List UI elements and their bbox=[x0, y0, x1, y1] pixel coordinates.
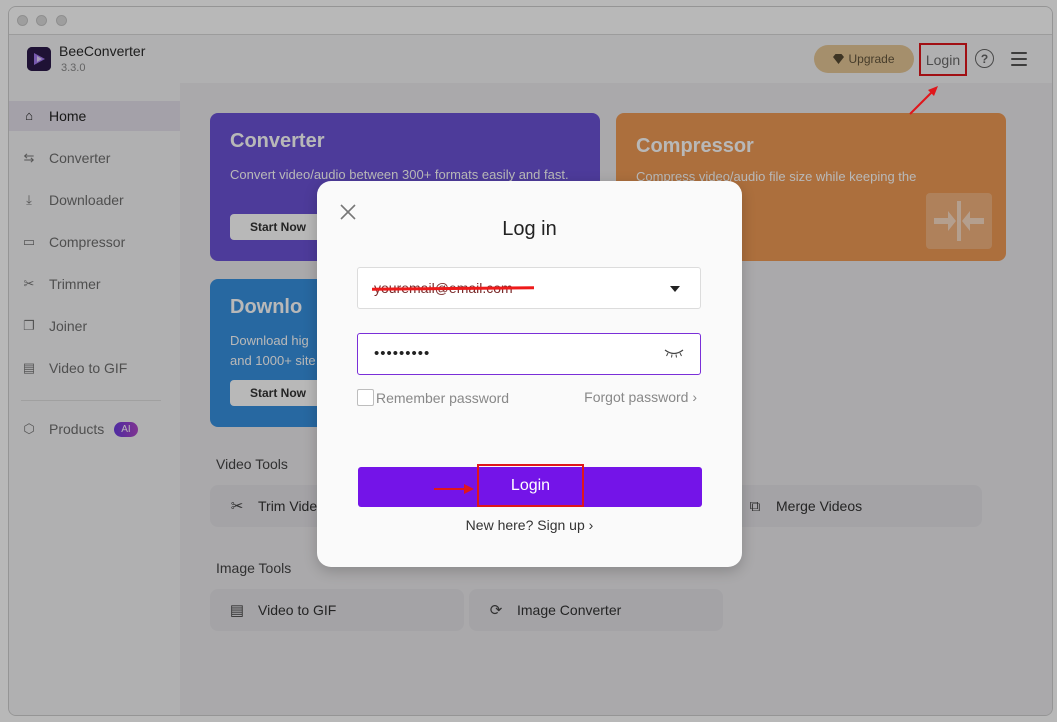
login-button[interactable]: Login bbox=[358, 464, 702, 507]
forgot-label: Forgot password bbox=[584, 389, 689, 405]
forgot-password-link[interactable]: Forgot password › bbox=[584, 389, 697, 405]
chevron-right-icon: › bbox=[692, 389, 697, 405]
eye-closed-icon[interactable] bbox=[664, 347, 684, 359]
login-dialog-title: Log in bbox=[502, 218, 557, 240]
password-value: ••••••••• bbox=[374, 345, 431, 362]
remember-label: Remember password bbox=[376, 389, 510, 406]
login-dialog: Log in youremail@email.com ••••••••• Rem… bbox=[317, 181, 742, 567]
remember-password[interactable]: Remember password bbox=[357, 389, 509, 406]
login-button-label: Login bbox=[477, 464, 584, 507]
password-field[interactable]: ••••••••• bbox=[357, 333, 701, 375]
remember-checkbox[interactable] bbox=[357, 389, 374, 406]
chevron-down-icon[interactable] bbox=[670, 286, 680, 292]
chevron-right-icon: › bbox=[588, 517, 594, 533]
signup-label: New here? Sign up bbox=[465, 517, 585, 533]
signup-link[interactable]: New here? Sign up › bbox=[317, 517, 742, 533]
email-field[interactable]: youremail@email.com bbox=[357, 267, 701, 309]
